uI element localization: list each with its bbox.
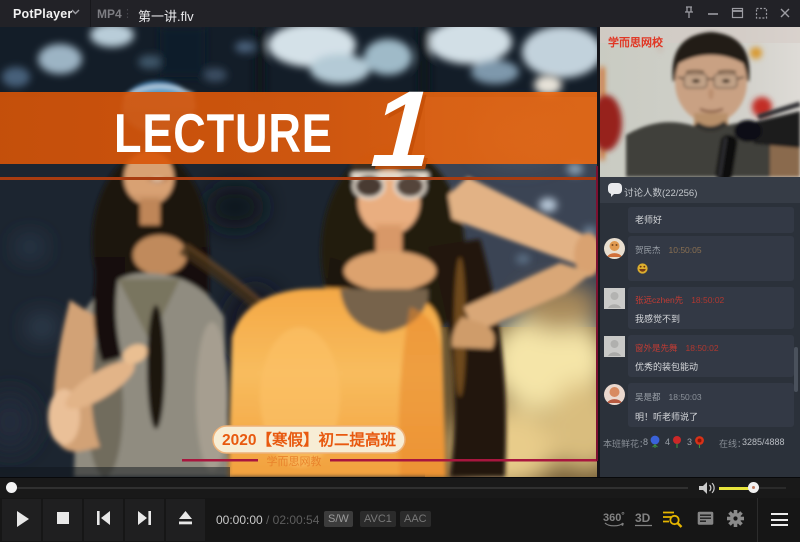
svg-text:学而思网校: 学而思网校 (608, 35, 664, 49)
svg-text:2020【寒假】初二提高班: 2020【寒假】初二提高班 (222, 430, 396, 449)
svg-text:LECTURE: LECTURE (114, 102, 333, 164)
svg-text:学而思网教: 学而思网教 (267, 454, 322, 468)
svg-text:3D: 3D (635, 511, 651, 525)
svg-text:360˚: 360˚ (603, 512, 625, 524)
